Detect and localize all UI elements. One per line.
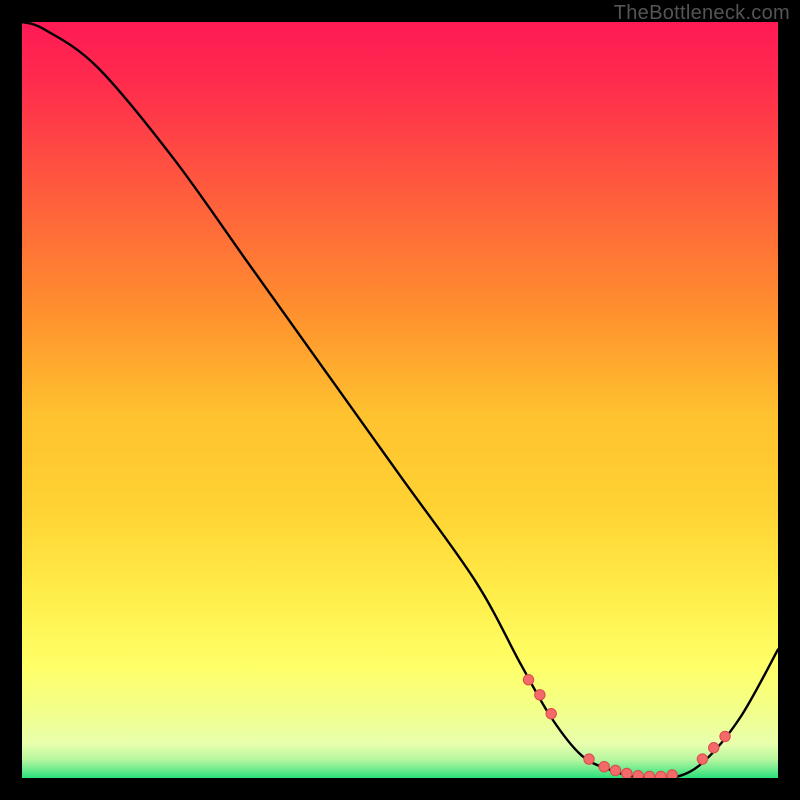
highlight-point — [599, 761, 609, 771]
highlight-point — [720, 731, 730, 741]
highlight-point — [584, 754, 594, 764]
highlight-point — [633, 771, 643, 778]
highlight-point — [523, 675, 533, 685]
plot-area — [22, 22, 778, 778]
highlight-point — [709, 743, 719, 753]
bottleneck-chart — [22, 22, 778, 778]
highlight-point — [622, 768, 632, 778]
highlight-point — [697, 754, 707, 764]
highlight-point — [667, 770, 677, 778]
gradient-background — [22, 22, 778, 778]
highlight-point — [656, 771, 666, 778]
highlight-point — [610, 765, 620, 775]
highlight-point — [546, 709, 556, 719]
highlight-point — [644, 771, 654, 778]
watermark-label: TheBottleneck.com — [614, 2, 790, 25]
highlight-point — [535, 690, 545, 700]
chart-frame: TheBottleneck.com — [0, 0, 800, 800]
